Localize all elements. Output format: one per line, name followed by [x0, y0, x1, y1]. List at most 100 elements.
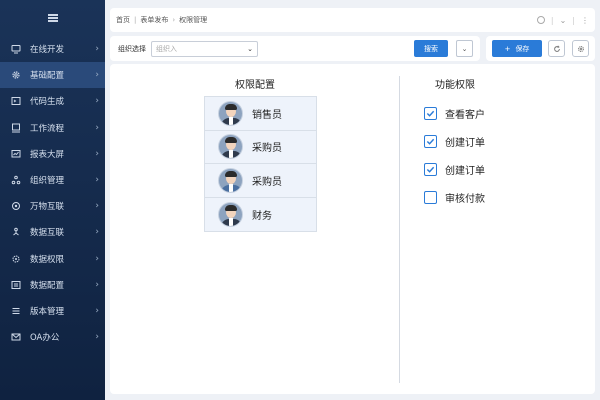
org-select-label: 组织选择	[118, 44, 146, 53]
collapse-button[interactable]: ⌄	[456, 40, 473, 57]
sidebar-item-label: 数据权限	[30, 254, 65, 265]
main-panel: 权限配置 功能权限 销售员 采购员 采购员 财务 查看客户 创建订单 创建订单 …	[110, 64, 595, 394]
sidebar: 在线开发 › 基础配置 › 代码生成 › 工作流程 › 报表大屏 › 组织管理 …	[0, 0, 105, 400]
menu-toggle-button[interactable]	[0, 0, 105, 36]
role-item-finance[interactable]: 财务	[205, 197, 316, 231]
gear-icon	[577, 45, 584, 52]
chevron-right-icon: ›	[95, 148, 99, 159]
chevron-right-icon: ›	[95, 122, 99, 133]
chevron-right-icon: ›	[95, 305, 99, 316]
refresh-icon	[553, 45, 560, 52]
checkbox-review-payment[interactable]	[424, 190, 437, 204]
refresh-icon[interactable]	[536, 16, 545, 24]
checkbox-create-order[interactable]	[424, 134, 437, 148]
chevron-right-icon: ›	[95, 70, 99, 81]
divider: |	[572, 15, 575, 25]
sidebar-item-label: 代码生成	[30, 97, 65, 108]
sidebar-item-version[interactable]: 版本管理 ›	[0, 298, 105, 324]
check-icon	[426, 138, 435, 145]
divider: |	[550, 15, 554, 25]
permission-label: 创建订单	[445, 137, 485, 149]
checkbox-create-order-2[interactable]	[424, 162, 437, 176]
permission-label: 创建订单	[445, 165, 485, 177]
avatar-icon	[218, 100, 243, 126]
org-select[interactable]: 组织入 ⌄	[151, 40, 258, 57]
breadcrumb-form-publish-link[interactable]: 表单发布	[140, 15, 168, 25]
sidebar-item-org-manage[interactable]: 组织管理 ›	[0, 167, 105, 193]
permission-list: 查看客户 创建订单 创建订单 审核付款	[424, 99, 485, 211]
save-button-label: 保存	[515, 44, 530, 53]
refresh-button[interactable]	[548, 40, 565, 57]
avatar-icon	[218, 201, 243, 227]
sidebar-item-label: OA办公	[30, 333, 60, 344]
top-bar-tools: | ⌄ | ⋮	[536, 15, 589, 25]
sidebar-item-report-screen[interactable]: 报表大屏 ›	[0, 141, 105, 167]
settings-button[interactable]	[572, 40, 589, 57]
search-button[interactable]: 搜索	[414, 40, 448, 57]
sidebar-item-data-config[interactable]: 数据配置 ›	[0, 272, 105, 298]
data-link-icon	[10, 227, 21, 238]
permission-config-title: 权限配置	[235, 80, 275, 91]
sidebar-item-label: 基础配置	[30, 71, 65, 82]
permission-item: 创建订单	[424, 155, 485, 183]
avatar-icon	[218, 167, 243, 193]
chevron-down-icon[interactable]: ⌄	[560, 16, 567, 25]
role-name: 采购员	[252, 176, 282, 188]
sidebar-item-iot[interactable]: 万物互联 ›	[0, 193, 105, 219]
breadcrumb-current: 权限管理	[179, 16, 208, 24]
save-button[interactable]: + 保存	[492, 40, 542, 57]
chevron-right-icon: ›	[95, 227, 99, 238]
filter-bar: 组织选择 组织入 ⌄ 搜索 ⌄	[110, 36, 480, 61]
chevron-right-icon: ›	[95, 96, 99, 107]
sidebar-item-code-gen[interactable]: 代码生成 ›	[0, 88, 105, 114]
sidebar-item-oa[interactable]: OA办公 ›	[0, 324, 105, 350]
top-bar: 首页 | 表单发布 › 权限管理 | ⌄ | ⋮	[110, 8, 595, 32]
chevron-down-icon: ⌄	[461, 44, 468, 53]
vertical-divider	[399, 76, 400, 383]
workflow-icon	[10, 122, 21, 133]
function-permission-title: 功能权限	[435, 80, 475, 91]
sidebar-item-label: 工作流程	[30, 123, 65, 134]
permission-label: 审核付款	[445, 193, 485, 205]
check-icon	[426, 166, 435, 173]
role-item-purchaser[interactable]: 采购员	[205, 130, 316, 164]
mail-icon	[10, 332, 21, 343]
breadcrumb-home-link[interactable]: 首页	[116, 15, 130, 25]
check-icon	[426, 110, 435, 117]
more-icon[interactable]: ⋮	[581, 16, 589, 25]
org-select-placeholder: 组织入	[156, 44, 177, 53]
sidebar-item-basic-config[interactable]: 基础配置 ›	[0, 62, 105, 89]
plus-icon: +	[504, 44, 511, 53]
role-item-purchaser-2[interactable]: 采购员	[205, 164, 316, 198]
sidebar-item-label: 组织管理	[30, 176, 65, 187]
checkbox-view-customer[interactable]	[424, 106, 437, 120]
permission-item: 创建订单	[424, 127, 485, 155]
gear-icon	[10, 70, 21, 81]
sidebar-item-data-permission[interactable]: 数据权限 ›	[0, 246, 105, 272]
role-name: 销售员	[252, 109, 282, 121]
monitor-icon	[10, 44, 21, 55]
sidebar-item-label: 数据配置	[30, 280, 65, 291]
sidebar-item-label: 万物互联	[30, 202, 65, 213]
sidebar-item-online-dev[interactable]: 在线开发 ›	[0, 36, 105, 62]
permission-item: 查看客户	[424, 99, 485, 127]
action-bar: + 保存	[486, 36, 595, 61]
code-icon	[10, 96, 21, 107]
chevron-right-icon: ›	[95, 44, 99, 55]
sidebar-nav: 在线开发 › 基础配置 › 代码生成 › 工作流程 › 报表大屏 › 组织管理 …	[0, 36, 105, 350]
sidebar-item-label: 在线开发	[30, 45, 65, 56]
role-name: 财务	[252, 210, 272, 222]
role-item-sales[interactable]: 销售员	[205, 97, 316, 131]
sidebar-item-workflow[interactable]: 工作流程 ›	[0, 115, 105, 141]
breadcrumb-separator: |	[134, 16, 137, 24]
avatar-icon	[218, 134, 243, 160]
breadcrumb: 首页 | 表单发布 › 权限管理	[116, 15, 537, 25]
role-list: 销售员 采购员 采购员 财务	[204, 96, 317, 232]
permission-item: 审核付款	[424, 183, 485, 211]
sidebar-item-label: 数据互联	[30, 228, 65, 239]
data-permission-icon	[10, 253, 21, 264]
sidebar-item-data-link[interactable]: 数据互联 ›	[0, 219, 105, 245]
chevron-right-icon: ›	[95, 332, 99, 343]
chevron-right-icon: ›	[95, 175, 99, 186]
version-icon	[10, 305, 21, 316]
